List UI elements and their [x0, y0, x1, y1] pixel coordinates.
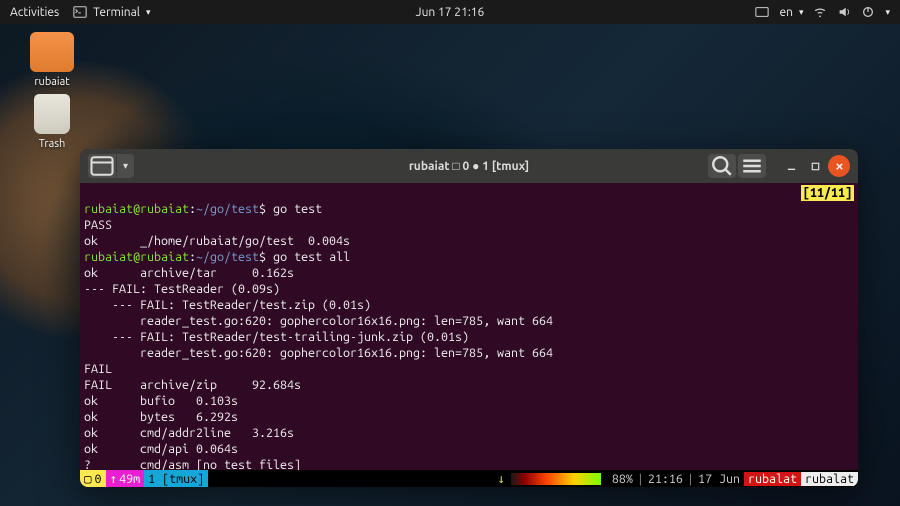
output-line: FAIL — [84, 362, 112, 376]
network-icon[interactable] — [813, 5, 827, 19]
clock[interactable]: Jun 17 21:16 — [416, 6, 485, 19]
prompt-path: ~/go/test — [196, 250, 259, 264]
output-line: ok cmd/addr2line 3.216s — [84, 426, 294, 440]
terminal-output[interactable]: [11/11]rubaiat@rubaiat:~/go/test$ go tes… — [80, 183, 858, 470]
output-line: --- FAIL: TestReader/test.zip (0.01s) — [84, 298, 371, 312]
prompt-sep: : — [189, 250, 196, 264]
command-text: go test — [273, 202, 322, 216]
terminal-window: ▾ rubaiat □ 0 ● 1 [tmux] [11/11] rubaiat@… — [80, 149, 858, 487]
tab-menu-button[interactable]: ▾ — [116, 154, 134, 178]
output-line: ok bytes 6.292s — [84, 410, 238, 424]
square-icon: ▢ — [84, 471, 92, 486]
desktop-icon-label: rubaiat — [22, 76, 82, 88]
chevron-down-icon: ▾ — [885, 7, 890, 18]
prompt-tail: $ — [259, 202, 273, 216]
output-line: ok _/home/rubaiat/go/test 0.004s — [84, 234, 350, 248]
gnome-top-bar: Activities Terminal ▾ Jun 17 21:16 en ▾ … — [0, 0, 900, 24]
battery-gradient — [511, 473, 601, 485]
output-line: ok cmd/api 0.064s — [84, 442, 238, 456]
app-menu[interactable]: Terminal ▾ — [73, 5, 150, 19]
output-line: ? cmd/asm [no test files] — [84, 458, 301, 470]
tmux-uptime: ↑49m — [106, 470, 145, 487]
tmux-window-indicator[interactable]: 1 [tmux] — [144, 470, 208, 487]
tmux-session-id: 0 — [95, 472, 102, 486]
output-line: PASS — [84, 218, 112, 232]
desktop-icon-label: Trash — [22, 138, 82, 150]
chevron-down-icon: ▾ — [146, 7, 151, 18]
command-text: go test all — [273, 250, 350, 264]
tmux-session[interactable]: ▢0 — [80, 470, 106, 487]
desktop-folder-rubaiat[interactable]: rubaiat — [22, 32, 82, 88]
prompt-path: ~/go/test — [196, 202, 259, 216]
output-line: ok bufio 0.103s — [84, 394, 238, 408]
window-title: rubaiat □ 0 ● 1 [tmux] — [409, 159, 529, 173]
desktop-trash[interactable]: Trash — [22, 94, 82, 150]
tmux-host-white: rubalat — [801, 472, 858, 486]
search-match-indicator: [11/11] — [801, 185, 854, 201]
close-button[interactable] — [828, 155, 850, 177]
output-line: ok archive/tar 0.162s — [84, 266, 294, 280]
tmux-date: 17 Jun — [694, 472, 744, 486]
trash-icon — [34, 94, 70, 134]
app-menu-label: Terminal — [93, 6, 140, 19]
activities-button[interactable]: Activities — [10, 6, 59, 19]
tmux-time: 21:16 — [644, 472, 687, 486]
window-titlebar[interactable]: ▾ rubaiat □ 0 ● 1 [tmux] — [80, 149, 858, 183]
volume-icon[interactable] — [837, 5, 851, 19]
language-label: en — [779, 6, 792, 19]
prompt-sep: : — [189, 202, 196, 216]
battery-arrow-icon: ↓ — [491, 471, 511, 486]
output-line: --- FAIL: TestReader/test-trailing-junk.… — [84, 330, 469, 344]
minimize-button[interactable] — [780, 155, 802, 177]
tmux-uptime-value: 49m — [119, 472, 140, 486]
prompt-user: rubaiat@rubaiat — [84, 250, 189, 264]
hamburger-menu-button[interactable] — [738, 154, 766, 178]
tmux-host-red: rubalat — [744, 472, 801, 486]
language-indicator[interactable]: en ▾ — [779, 6, 803, 19]
chevron-down-icon: ▾ — [799, 7, 804, 18]
folder-icon — [30, 32, 74, 72]
power-icon[interactable] — [861, 5, 875, 19]
output-line: --- FAIL: TestReader (0.09s) — [84, 282, 280, 296]
output-line: reader_test.go:620: gophercolor16x16.png… — [84, 346, 553, 360]
tmux-battery-pct: 88% — [601, 472, 637, 486]
search-button[interactable] — [708, 154, 736, 178]
terminal-icon — [73, 5, 87, 19]
screenshot-icon[interactable] — [755, 5, 769, 19]
tmux-status-bar: ▢0 ↑49m 1 [tmux] ↓ 88% | 21:16 | 17 Jun … — [80, 470, 858, 487]
prompt-user: rubaiat@rubaiat — [84, 202, 189, 216]
up-arrow-icon: ↑ — [110, 471, 118, 486]
output-line: reader_test.go:620: gophercolor16x16.png… — [84, 314, 553, 328]
output-line: FAIL archive/zip 92.684s — [84, 378, 301, 392]
new-tab-button[interactable] — [88, 154, 116, 178]
maximize-button[interactable] — [804, 155, 826, 177]
prompt-tail: $ — [259, 250, 273, 264]
